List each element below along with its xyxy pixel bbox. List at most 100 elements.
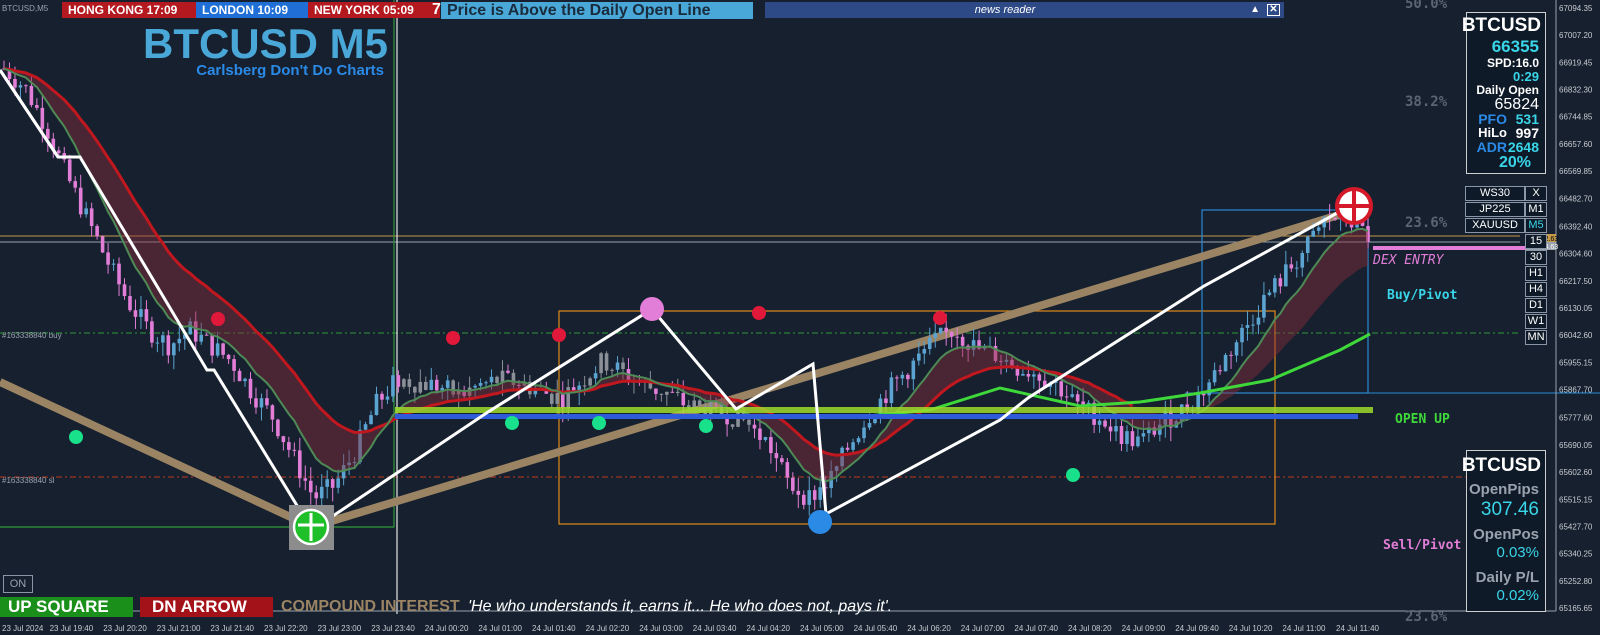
- price-tick-label: 65165.65: [1559, 604, 1593, 613]
- price-chart[interactable]: 67094.35 67007.20 66919.45 66832.30 66744.85…: [0, 0, 1600, 635]
- candle-body: [24, 85, 28, 87]
- symbol-button-xauusd[interactable]: XAUUSD: [1465, 218, 1525, 233]
- candle-body: [922, 349, 927, 354]
- price-tick-label: 66217.50: [1559, 277, 1593, 286]
- symbol-button-ws30[interactable]: WS30: [1465, 186, 1525, 201]
- candle-body: [818, 487, 823, 500]
- candle-body: [506, 370, 510, 373]
- candle-body: [659, 393, 664, 395]
- time-tick-label: 24 Jul 00:20: [425, 624, 469, 633]
- signal-dot: [1066, 468, 1080, 482]
- candle-body: [1311, 230, 1316, 237]
- candle-body: [549, 393, 554, 404]
- candle-body: [1240, 327, 1244, 343]
- candle-body: [1267, 292, 1272, 295]
- candle-body: [780, 458, 784, 463]
- tf-button-mn[interactable]: MN: [1525, 330, 1547, 345]
- candle-body: [1300, 253, 1305, 268]
- time-tick-label: 23 Jul 21:40: [210, 624, 254, 633]
- candle-body: [1064, 396, 1069, 398]
- time-tick-label: 23 Jul 2024: [2, 624, 44, 633]
- news-reader-bar[interactable]: news reader ▲ ✕: [765, 2, 1284, 18]
- candle-body: [1119, 426, 1124, 444]
- candle-body: [796, 490, 801, 495]
- candle-body: [801, 494, 806, 505]
- candle-body: [654, 388, 658, 394]
- candle-body: [369, 415, 373, 425]
- candle-body: [319, 486, 324, 499]
- swing-low-marker: [808, 510, 832, 534]
- candle-body: [106, 252, 110, 265]
- tf-button-d1[interactable]: D1: [1525, 298, 1547, 313]
- candle-body: [1075, 394, 1080, 402]
- symbol-button-jp225[interactable]: JP225: [1465, 202, 1525, 217]
- signal-dot: [933, 311, 947, 325]
- buy-order-label: #163338840 buy: [2, 331, 62, 340]
- candle-body: [785, 462, 790, 478]
- candle-body: [1305, 236, 1310, 254]
- on-button[interactable]: ON: [3, 575, 33, 593]
- candle-body: [434, 379, 439, 391]
- price-tick-label: 66482.70: [1559, 194, 1593, 203]
- candle-body: [900, 374, 905, 379]
- price-tick-label: 67094.35: [1559, 4, 1593, 13]
- candle-body: [128, 296, 132, 311]
- candle-body: [582, 385, 587, 387]
- signal-dot: [552, 328, 566, 342]
- signal-dot: [446, 331, 460, 345]
- news-reader-title: news reader: [974, 4, 1036, 16]
- signal-dot: [505, 416, 519, 430]
- info-price: 66355: [1491, 37, 1539, 56]
- tf-button-h4[interactable]: H4: [1525, 282, 1547, 297]
- candle-body: [111, 263, 116, 265]
- info-spread: SPD:16.0: [1486, 56, 1539, 70]
- candle-body: [955, 336, 959, 338]
- candle-body: [599, 353, 603, 374]
- buy-pivot-label: Buy/Pivot: [1387, 288, 1457, 303]
- tf-button-m5[interactable]: M5: [1525, 218, 1547, 233]
- candle-body: [73, 181, 78, 188]
- candle-body: [807, 490, 812, 505]
- sell-pivot-label: Sell/Pivot: [1383, 538, 1461, 553]
- candle-body: [1284, 264, 1288, 287]
- compound-quote: 'He who understands it, earns it... He w…: [468, 598, 893, 615]
- tf-button-w1[interactable]: W1: [1525, 314, 1547, 329]
- time-tick-label: 24 Jul 01:00: [478, 624, 522, 633]
- candle-body: [308, 480, 313, 493]
- candle-body: [604, 353, 609, 371]
- symbol-close-button[interactable]: X: [1525, 186, 1547, 201]
- candle-body: [29, 85, 34, 106]
- session-london: LONDON 10:09: [196, 2, 314, 18]
- signal-dot: [592, 416, 606, 430]
- candle-body: [495, 376, 499, 383]
- candle-body: [1234, 342, 1239, 356]
- candle-body: [692, 400, 697, 408]
- tf-button-m15[interactable]: 15: [1525, 234, 1547, 249]
- dn-arrow-button[interactable]: DN ARROW: [140, 597, 273, 617]
- tf-button-m30[interactable]: 30: [1525, 250, 1547, 265]
- candle-body: [396, 375, 401, 387]
- swing-high-marker: [640, 297, 664, 321]
- candle-body: [1229, 354, 1233, 356]
- candle-body: [150, 321, 154, 343]
- candle-body: [1021, 373, 1025, 376]
- candle-body: [615, 362, 620, 370]
- candle-body: [665, 391, 669, 395]
- tf-button-h1[interactable]: H1: [1525, 266, 1547, 281]
- candle-body: [204, 334, 209, 336]
- daily-pl-label: Daily P/L: [1475, 569, 1539, 586]
- session-new-york: NEW YORK 05:09: [308, 2, 440, 18]
- price-tick-label: 65515.15: [1559, 495, 1593, 504]
- up-square-button[interactable]: UP SQUARE: [0, 597, 133, 617]
- collapse-icon[interactable]: ▲: [1250, 2, 1260, 18]
- time-tick-label: 23 Jul 23:40: [371, 624, 415, 633]
- candle-body: [895, 377, 899, 379]
- candle-body: [402, 379, 406, 387]
- time-tick-label: 24 Jul 08:20: [1068, 624, 1112, 633]
- candle-body: [473, 385, 477, 388]
- candle-body: [867, 423, 872, 428]
- close-icon[interactable]: ✕: [1267, 4, 1280, 16]
- price-tick-label: 65867.70: [1559, 386, 1593, 395]
- tf-button-m1[interactable]: M1: [1525, 202, 1547, 217]
- signal-dot: [69, 430, 83, 444]
